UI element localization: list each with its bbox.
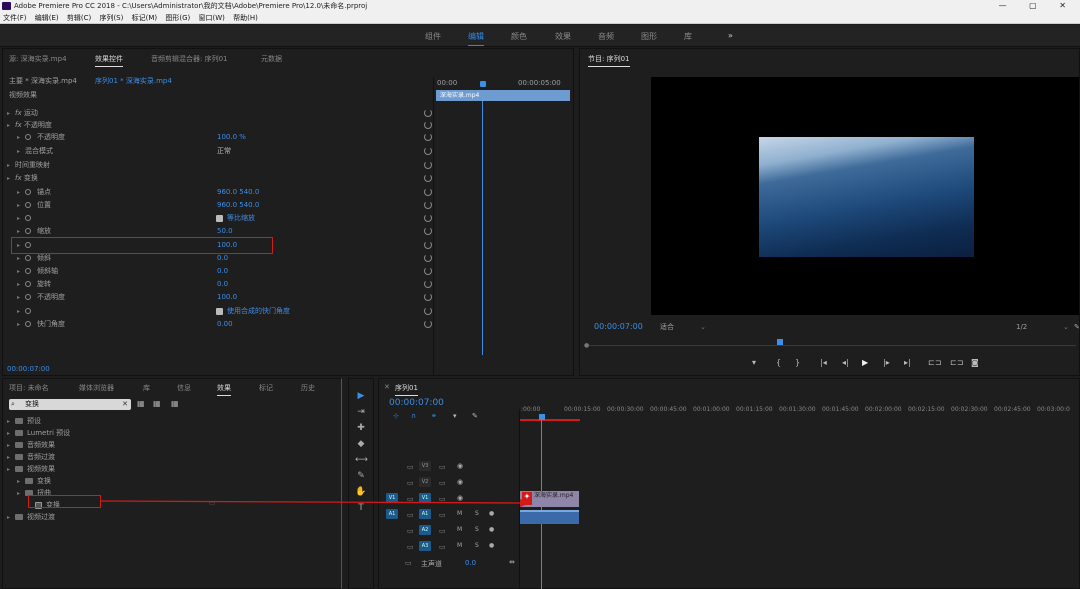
drag-annotation-arrow (100, 499, 531, 507)
